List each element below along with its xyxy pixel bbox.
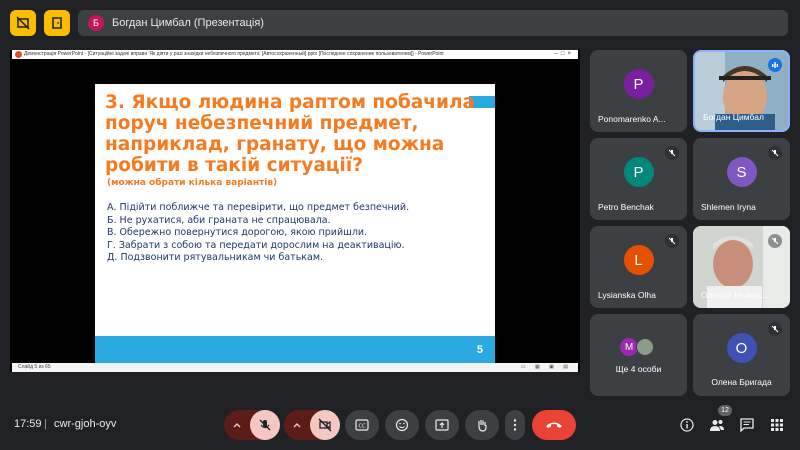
separator: | [44,418,47,430]
mic-off-icon [665,234,679,248]
participant-name: Богдан Цимбал [703,112,764,122]
chat-icon [740,418,754,432]
mic-off-icon [768,146,782,160]
reactions-button[interactable] [385,410,419,440]
avatar: P [623,157,654,187]
slide-number: 5 [476,344,483,356]
option-item: Д. Подзвонити рятувальникам чи батькам. [107,252,324,263]
more-participants-label: Ще 4 особи [615,364,662,374]
more-options-button[interactable] [505,410,525,440]
camera-off-icon [318,418,332,432]
ppt-status-bar: Слайд 5 из 65 ▭ ▦ ▣ ▤ [12,363,578,372]
slide: 3. Якщо людина раптом побачила поруч неб… [95,84,495,366]
raise-hand-button[interactable] [465,410,499,440]
meeting-code: cwr-gjoh-oyv [54,418,117,430]
mic-control[interactable] [224,410,280,440]
hide-self-icon [16,16,30,30]
slide-subtitle: (можна обрати кілька варіантів) [107,178,278,188]
people-count-badge: 12 [718,405,732,416]
exit-icon [52,17,62,29]
meeting-details-button[interactable] [678,416,696,434]
presentation-stage[interactable]: Демонстрація PowerPoint - [Ситуаційні за… [10,50,580,372]
mic-options-chevron-icon[interactable] [224,410,250,440]
mic-off-icon [665,146,679,160]
participant-name: Ponomarenko A... [598,114,666,124]
participant-name: Petro Benchak [598,202,654,212]
slide-counter: Слайд 5 из 65 [18,364,51,370]
participant-tile-speaking[interactable]: Богдан Цимбал [693,50,790,132]
ppt-window-title: Демонстрація PowerPoint - [Ситуаційні за… [24,51,444,57]
camera-control[interactable] [284,410,340,440]
avatar-photo [636,338,654,356]
people-button[interactable] [708,416,726,434]
activities-icon [771,419,783,431]
participant-name: Lysianska Olha [598,290,656,300]
slide-title: 3. Якщо людина раптом побачила поруч неб… [105,92,475,176]
participant-tile[interactable]: L Lysianska Olha [590,226,687,308]
mic-off-icon [768,322,782,336]
presenter-avatar: Б [88,15,104,31]
mic-toggle-button[interactable] [250,410,280,440]
participant-tile[interactable]: S Shlemen Iryna [693,138,790,220]
option-item: В. Обережно повернутися дорогою, якою пр… [107,227,368,238]
avatar: O [726,333,757,363]
mic-off-icon [259,419,271,431]
exit-fullscreen-button[interactable] [44,10,70,36]
option-item: Г. Забрати з собою та передати дорослим … [107,239,405,251]
answer-options: А. Підійти поближче та перевірити, що пр… [107,202,409,265]
present-icon [435,419,449,431]
svg-text:CC: CC [359,424,366,430]
slide-footer: 5 [95,336,495,366]
powerpoint-logo-icon [15,51,22,58]
end-call-icon [546,422,562,428]
info-icon [680,418,694,432]
present-button[interactable] [425,410,459,440]
ppt-title-bar: Демонстрація PowerPoint - [Ситуаційні за… [12,50,578,59]
leave-call-button[interactable] [532,410,576,440]
avatar: P [623,69,654,99]
chat-button[interactable] [738,416,756,434]
more-participants-tile[interactable]: M Ще 4 особи [590,314,687,396]
participant-tile[interactable]: Олексій Ільїнсь... [693,226,790,308]
participant-name: Олексій Ільїнсь... [701,290,769,300]
emoji-icon [395,418,409,432]
meet-window: Б Богдан Цимбал (Презентація) Демонстрац… [0,0,800,450]
participant-name: Shlemen Iryna [701,202,756,212]
avatar: S [726,157,757,187]
raise-hand-icon [478,420,487,432]
mic-off-icon [768,234,782,248]
option-item: А. Підійти поближче та перевірити, що пр… [107,202,410,213]
camera-options-chevron-icon[interactable] [284,410,310,440]
participant-tile[interactable]: P Ponomarenko A... [590,50,687,132]
camera-toggle-button[interactable] [310,410,340,440]
participant-tile[interactable]: O Олена Бригада [693,314,790,396]
activities-button[interactable] [768,416,786,434]
presenter-chip: Б Богдан Цимбал (Презентація) [78,10,788,36]
people-icon [710,420,724,431]
captions-button[interactable]: CC [345,410,379,440]
participant-tile[interactable]: P Petro Benchak [590,138,687,220]
option-item: Б. Не рухатися, аби граната не спрацювал… [107,214,331,226]
view-buttons-icon[interactable]: ▭ ▦ ▣ ▤ [521,363,572,372]
participant-name: Олена Бригада [711,377,772,387]
presenter-label: Богдан Цимбал (Презентація) [112,17,264,29]
avatar: L [623,245,654,275]
more-icon [513,419,517,431]
clock: 17:59 [14,418,42,430]
window-controls-icon: –□× [554,51,574,57]
speaking-indicator-icon [768,58,782,72]
hide-self-view-button[interactable] [10,10,36,36]
captions-icon: CC [355,419,369,431]
